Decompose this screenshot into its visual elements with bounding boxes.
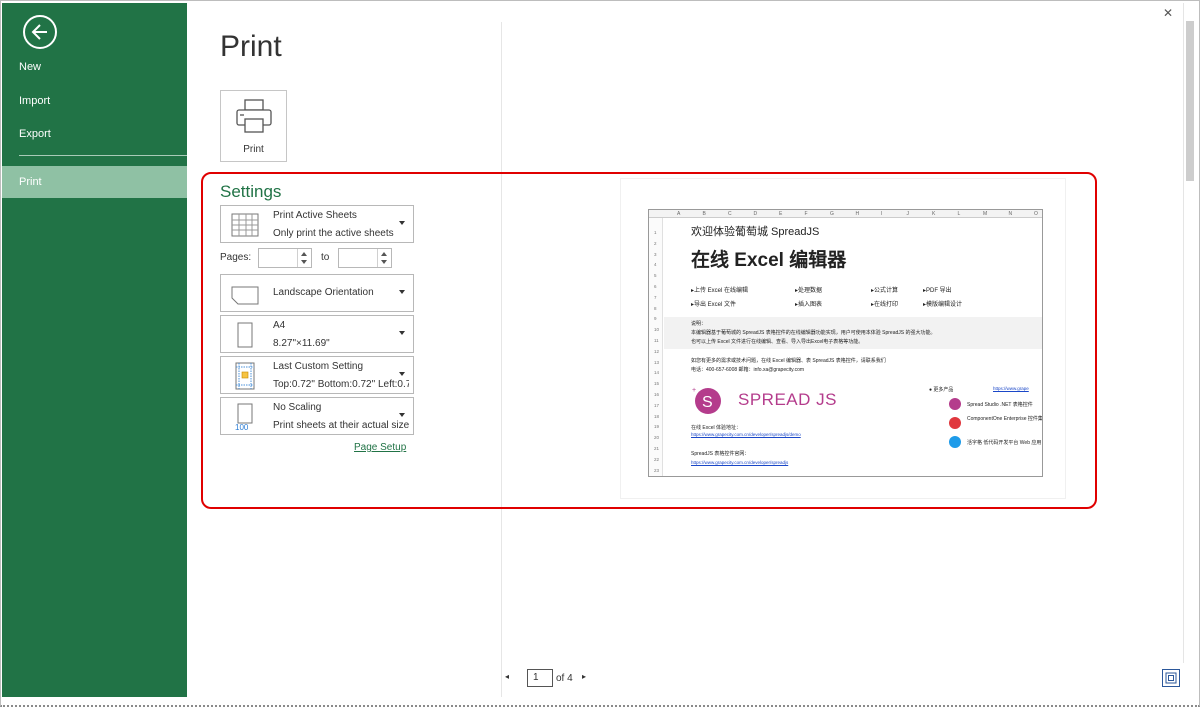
backstage-sidebar: New Import Export Print bbox=[2, 3, 187, 697]
zoom-to-page-icon bbox=[1165, 672, 1177, 684]
sidebar-item-label: Import bbox=[19, 95, 51, 107]
vertical-scrollbar[interactable] bbox=[1183, 3, 1196, 663]
print-button-label: Print bbox=[243, 144, 264, 155]
page-title: Print bbox=[220, 30, 282, 63]
scrollbar-thumb[interactable] bbox=[1186, 21, 1194, 181]
sidebar-item-label: Export bbox=[19, 128, 51, 140]
current-page-input[interactable]: 1 bbox=[527, 669, 553, 687]
zoom-to-page-button[interactable] bbox=[1162, 669, 1180, 687]
print-button[interactable]: Print bbox=[220, 90, 287, 162]
sidebar-item-print[interactable]: Print bbox=[2, 166, 187, 198]
page-count: of 4 bbox=[556, 673, 573, 684]
close-icon[interactable]: ✕ bbox=[1163, 6, 1173, 20]
next-page-icon[interactable]: ▸ bbox=[582, 672, 586, 681]
sidebar-item-new[interactable]: New bbox=[2, 51, 187, 83]
sidebar-item-import[interactable]: Import bbox=[2, 85, 187, 117]
sidebar-item-label: New bbox=[19, 61, 42, 73]
sidebar-item-export[interactable]: Export bbox=[2, 118, 187, 150]
sidebar-item-label: Print bbox=[19, 176, 42, 188]
highlight-box bbox=[201, 172, 1097, 509]
back-button[interactable] bbox=[23, 15, 57, 49]
sidebar-divider bbox=[19, 155, 187, 156]
printer-icon bbox=[236, 99, 272, 133]
prev-page-icon[interactable]: ◂ bbox=[505, 672, 509, 681]
back-arrow-icon bbox=[31, 24, 47, 40]
